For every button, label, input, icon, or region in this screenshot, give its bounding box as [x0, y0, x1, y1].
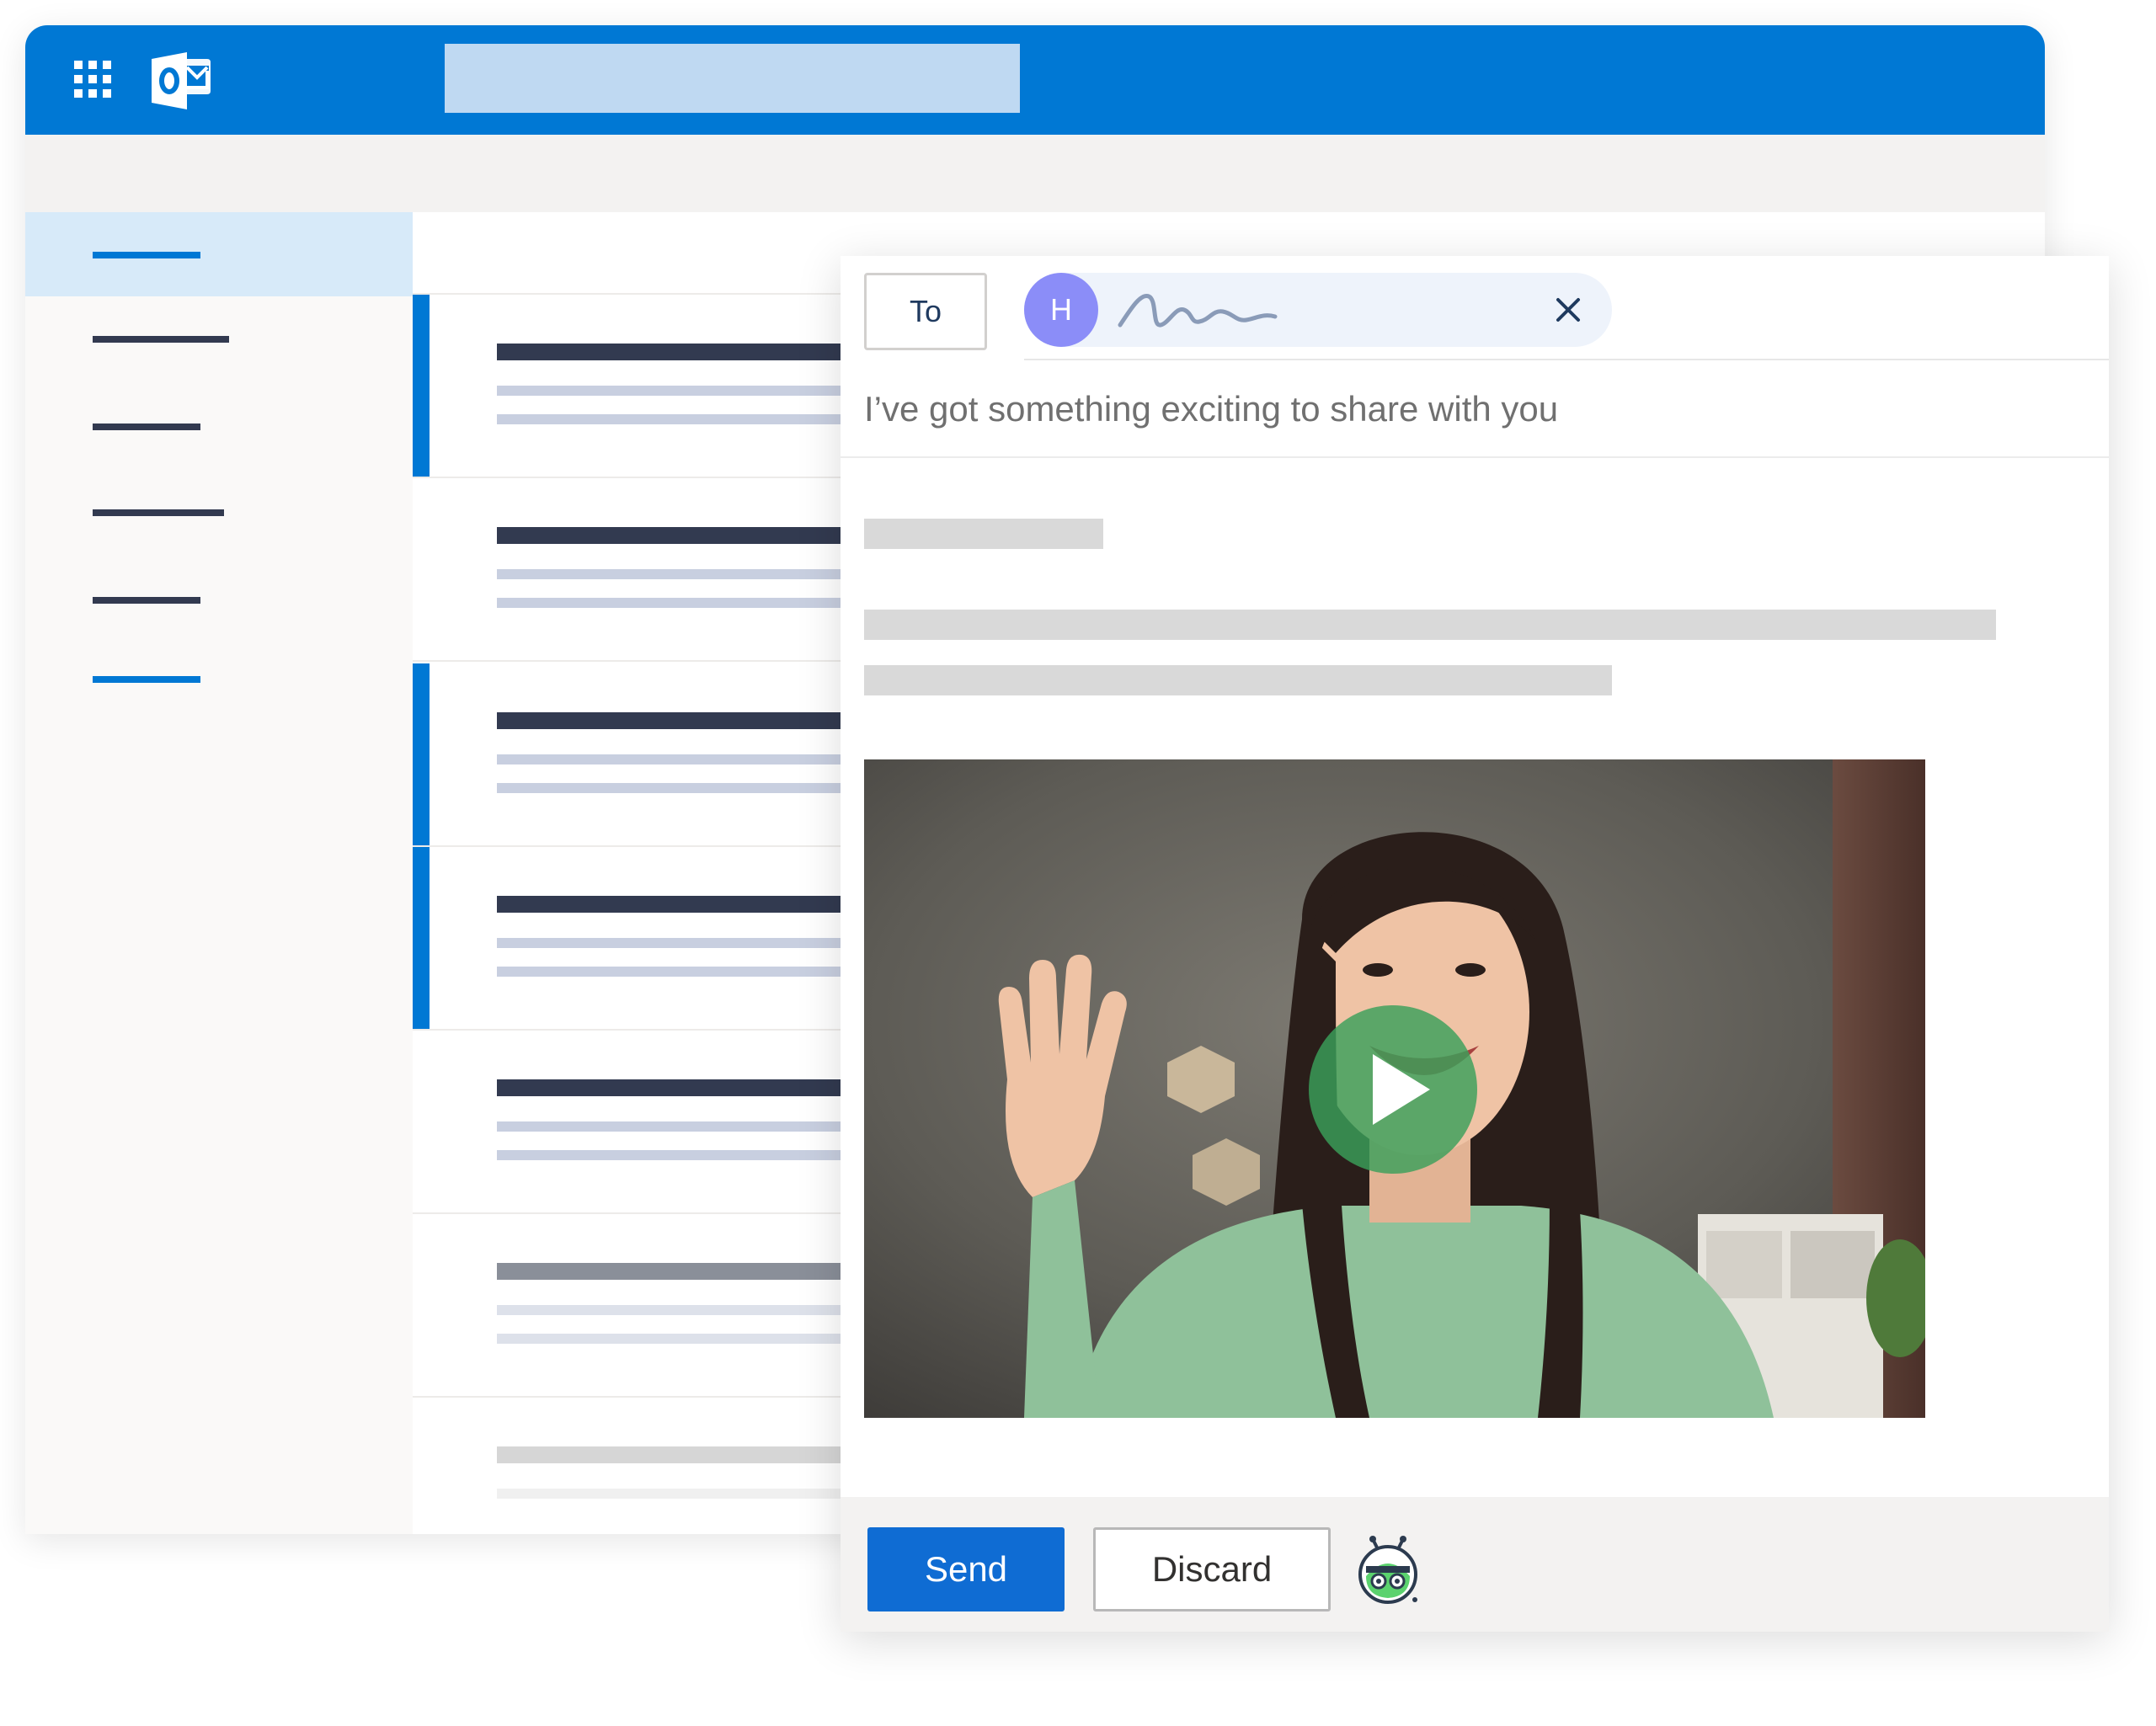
- discard-button[interactable]: Discard: [1093, 1527, 1331, 1611]
- folder-item[interactable]: [25, 296, 413, 381]
- body-text-placeholder: [864, 665, 1612, 695]
- video-thumbnail[interactable]: [864, 759, 1925, 1418]
- command-bar: [25, 135, 2045, 212]
- outlook-logo-icon[interactable]: [148, 47, 216, 115]
- close-icon[interactable]: [1553, 295, 1583, 325]
- top-bar: [25, 25, 2045, 135]
- folder-item[interactable]: [25, 557, 413, 642]
- play-icon[interactable]: [1307, 1004, 1479, 1175]
- compose-footer: Send Discard: [841, 1497, 2109, 1632]
- folder-pane: [25, 212, 413, 1534]
- bot-icon[interactable]: [1356, 1534, 1420, 1605]
- divider: [841, 456, 2109, 458]
- folder-item-label: [93, 676, 200, 683]
- folder-item-label: [93, 597, 200, 604]
- body-text-placeholder: [864, 519, 1103, 549]
- subject-field[interactable]: I’ve got something exciting to share wit…: [864, 384, 2043, 434]
- search-input[interactable]: [445, 44, 1020, 113]
- body-text-placeholder: [864, 610, 1996, 640]
- folder-item[interactable]: [25, 212, 413, 296]
- app-launcher-icon[interactable]: [74, 61, 111, 98]
- folder-item-label: [93, 424, 200, 430]
- folder-item[interactable]: [25, 384, 413, 468]
- recipient-name-scribble: [1118, 294, 1278, 328]
- folder-item-label: [93, 509, 224, 516]
- recipient-chip[interactable]: H: [1024, 273, 1612, 347]
- folder-item-label: [93, 336, 229, 343]
- avatar: H: [1024, 273, 1098, 347]
- compose-window: To H I’ve got something exciting to shar…: [841, 256, 2109, 1632]
- folder-item-label: [93, 252, 200, 258]
- folder-item[interactable]: [25, 637, 413, 721]
- to-field-underline: [1024, 359, 2109, 360]
- to-button[interactable]: To: [864, 273, 987, 350]
- send-button[interactable]: Send: [867, 1527, 1065, 1611]
- folder-item[interactable]: [25, 470, 413, 554]
